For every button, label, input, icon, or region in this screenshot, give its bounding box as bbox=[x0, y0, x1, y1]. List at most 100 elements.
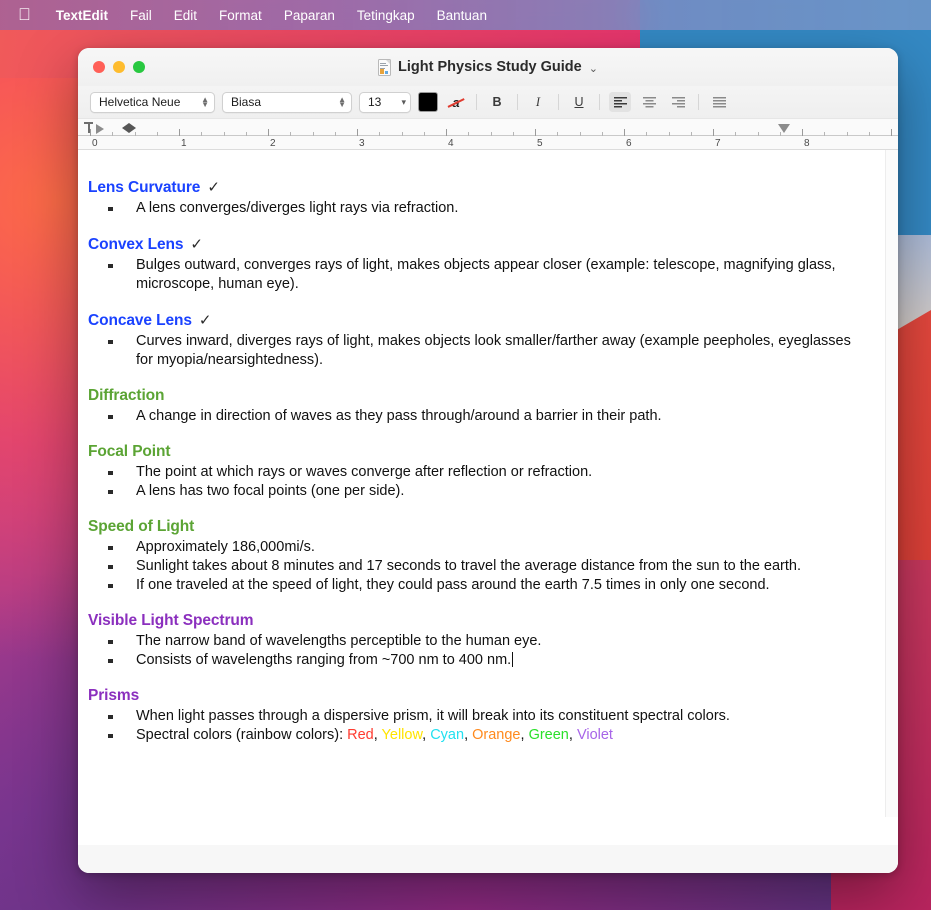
align-justify-button[interactable] bbox=[708, 92, 730, 112]
bullet-item: Approximately 186,000mi/s. bbox=[88, 538, 866, 557]
underline-button[interactable]: U bbox=[568, 92, 590, 112]
bold-label: B bbox=[492, 95, 502, 109]
spectral-prefix: Spectral colors (rainbow colors): bbox=[136, 727, 348, 743]
document-section: Diffraction A change in direction of wave… bbox=[88, 387, 866, 426]
ruler-number-label: 3 bbox=[359, 138, 365, 149]
italic-button[interactable]: I bbox=[527, 92, 549, 112]
ruler-tick-major bbox=[802, 129, 803, 136]
ruler-tick-major bbox=[624, 129, 625, 136]
chevron-updown-icon: ▲ ▼ bbox=[201, 95, 209, 109]
bullet-item: A lens has two focal points (one per sid… bbox=[88, 482, 866, 501]
ruler-tick-minor bbox=[201, 132, 203, 136]
ruler-tick-minor bbox=[334, 132, 336, 136]
ruler-right-margin-marker[interactable] bbox=[778, 124, 791, 133]
bullet-item: A change in direction of waves as they p… bbox=[88, 407, 866, 426]
apple-logo-icon[interactable]:  bbox=[0, 6, 45, 23]
vertical-scrollbar[interactable] bbox=[885, 150, 898, 817]
ruler-tab-stop-marker[interactable] bbox=[122, 123, 136, 134]
section-heading: Lens Curvature ✓ bbox=[88, 178, 866, 197]
ruler-tick-minor bbox=[868, 132, 870, 136]
ruler-tick-minor bbox=[245, 132, 247, 136]
ruler-tick-minor bbox=[668, 132, 670, 136]
ruler-tick-major bbox=[357, 129, 358, 136]
ruler-tick-major bbox=[446, 129, 447, 136]
bullet-list: The point at which rays or waves converg… bbox=[88, 463, 866, 501]
ruler-tick-minor bbox=[223, 132, 225, 136]
ruler-tick-major bbox=[713, 129, 714, 136]
ruler-tick-minor bbox=[557, 132, 559, 136]
align-left-button[interactable] bbox=[609, 92, 631, 112]
font-family-value: Helvetica Neue bbox=[99, 95, 181, 109]
font-style-select[interactable]: Biasa ▲ ▼ bbox=[222, 91, 352, 113]
bullet-item: When light passes through a dispersive p… bbox=[88, 707, 866, 726]
title-chevron-down-icon[interactable]: ⌄ bbox=[589, 62, 598, 75]
align-right-button[interactable] bbox=[667, 92, 689, 112]
bullet-list: The narrow band of wavelengths perceptib… bbox=[88, 632, 866, 670]
spectral-color-red: Red bbox=[347, 727, 374, 743]
text-color-swatch[interactable] bbox=[418, 92, 438, 112]
bullet-item-spectral-colors: Spectral colors (rainbow colors): Red, Y… bbox=[88, 726, 866, 745]
document-section: Lens Curvature ✓ A lens converges/diverges… bbox=[88, 178, 866, 218]
font-family-select[interactable]: Helvetica Neue ▲ ▼ bbox=[90, 91, 215, 113]
document-section: Convex Lens ✓ Bulges outward, converges ra… bbox=[88, 235, 866, 294]
ruler-number-label: 7 bbox=[715, 138, 721, 149]
ruler-tick-minor bbox=[490, 132, 492, 136]
bold-button[interactable]: B bbox=[486, 92, 508, 112]
ruler-tick-minor bbox=[646, 132, 648, 136]
ruler-first-line-indent-marker[interactable] bbox=[84, 122, 93, 133]
document-ruler[interactable]: 0 1 2 3 4 5 6 7 8 bbox=[78, 118, 898, 150]
highlight-color-icon[interactable]: a bbox=[445, 92, 467, 112]
ruler-tick-minor bbox=[824, 132, 826, 136]
section-heading: Diffraction bbox=[88, 387, 866, 405]
ruler-left-indent-marker[interactable] bbox=[96, 124, 104, 134]
ruler-number-label: 0 bbox=[92, 138, 98, 149]
ruler-number-label: 4 bbox=[448, 138, 454, 149]
ruler-tick-minor bbox=[379, 132, 381, 136]
checkmark-icon: ✓ bbox=[190, 236, 203, 253]
document-section: Concave Lens ✓ Curves inward, diverges ray… bbox=[88, 311, 866, 370]
document-file-icon bbox=[378, 58, 392, 76]
document-page-area: Lens Curvature ✓ A lens converges/diverges… bbox=[78, 150, 898, 873]
spectral-color-violet: Violet bbox=[576, 727, 613, 743]
spectral-color-green: Green bbox=[528, 727, 569, 743]
spectral-color-orange: Orange bbox=[472, 727, 521, 743]
minimize-button-icon[interactable] bbox=[113, 61, 125, 73]
close-button-icon[interactable] bbox=[93, 61, 105, 73]
ruler-tick-major bbox=[268, 129, 269, 136]
textedit-window: Light Physics Study Guide ⌄ Helvetica Ne… bbox=[78, 48, 898, 873]
section-heading: Speed of Light bbox=[88, 518, 866, 536]
bullet-list: Curves inward, diverges rays of light, m… bbox=[88, 332, 866, 370]
menu-item-textedit[interactable]: TextEdit bbox=[45, 0, 119, 30]
format-toolbar: Helvetica Neue ▲▼ Biasa ▲▼ 13 ▾ a B I U bbox=[78, 86, 898, 118]
font-size-select[interactable]: 13 ▾ bbox=[359, 91, 411, 113]
menu-item-format[interactable]: Format bbox=[208, 0, 273, 30]
section-heading: Prisms bbox=[88, 687, 866, 705]
menu-item-tetingkap[interactable]: Tetingkap bbox=[346, 0, 426, 30]
document-canvas[interactable]: Lens Curvature ✓ A lens converges/diverges… bbox=[78, 150, 898, 845]
bullet-item: If one traveled at the speed of light, t… bbox=[88, 576, 866, 595]
section-heading: Visible Light Spectrum bbox=[88, 612, 866, 630]
section-heading-text: Diffraction bbox=[88, 387, 165, 404]
menu-item-edit[interactable]: Edit bbox=[163, 0, 208, 30]
bullet-list: When light passes through a dispersive p… bbox=[88, 707, 866, 745]
bullet-item: Sunlight takes about 8 minutes and 17 se… bbox=[88, 557, 866, 576]
toolbar-divider bbox=[476, 94, 477, 110]
bullet-item: The narrow band of wavelengths perceptib… bbox=[88, 632, 866, 651]
section-heading-text: Convex Lens bbox=[88, 236, 184, 253]
section-heading: Focal Point bbox=[88, 443, 866, 461]
maximize-button-icon[interactable] bbox=[133, 61, 145, 73]
align-center-button[interactable] bbox=[638, 92, 660, 112]
ruler-tick-minor bbox=[312, 132, 314, 136]
ruler-number-label: 5 bbox=[537, 138, 543, 149]
menu-item-paparan[interactable]: Paparan bbox=[273, 0, 346, 30]
document-section: Speed of Light Approximately 186,000mi/s.… bbox=[88, 518, 866, 595]
ruler-tick-minor bbox=[156, 132, 158, 136]
bullet-item: Bulges outward, converges rays of light,… bbox=[88, 256, 866, 294]
bullet-list: A lens converges/diverges light rays via… bbox=[88, 199, 866, 218]
window-titlebar: Light Physics Study Guide ⌄ bbox=[78, 48, 898, 86]
menu-item-fail[interactable]: Fail bbox=[119, 0, 163, 30]
bullet-item: Consists of wavelengths ranging from ~70… bbox=[88, 651, 866, 670]
menu-item-bantuan[interactable]: Bantuan bbox=[426, 0, 498, 30]
ruler-tick-minor bbox=[468, 132, 470, 136]
chevron-updown-icon: ▲ ▼ bbox=[338, 95, 346, 109]
